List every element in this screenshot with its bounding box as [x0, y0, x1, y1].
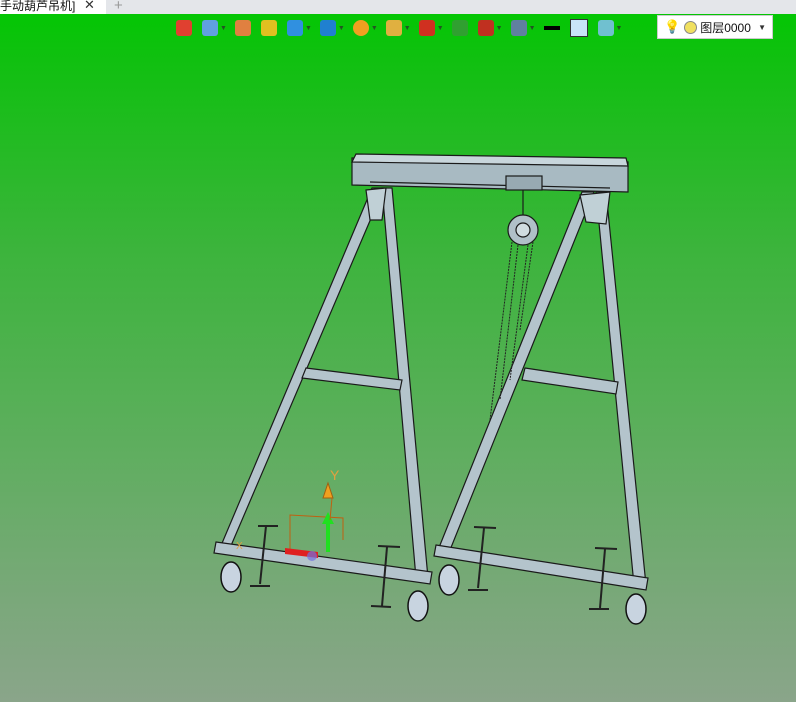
right-frame-crossbar	[521, 367, 619, 395]
left-frame-base	[213, 541, 433, 585]
right-frame-base	[433, 544, 649, 591]
gantry-crane-model	[213, 153, 649, 591]
left-frame-leg-a	[219, 187, 385, 549]
model-viewport[interactable]: Y X	[0, 0, 796, 702]
left-frame-crossbar	[301, 367, 403, 391]
axis-x-label: X	[236, 541, 243, 552]
right-frame-leg-a	[437, 191, 595, 551]
axis-y-label: Y	[330, 467, 340, 483]
